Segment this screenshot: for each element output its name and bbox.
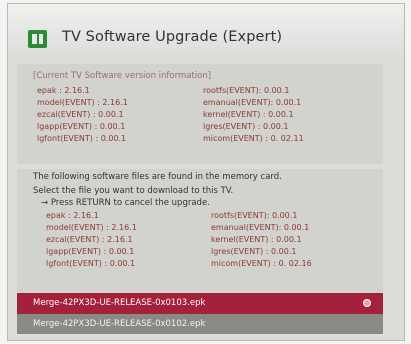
file-option-label: Merge-42PX3D-UE-RELEASE-0x0102.epk <box>33 319 206 329</box>
title-bar: TV Software Upgrade (Expert) <box>8 4 404 60</box>
current-right-item: kernel(EVENT) : 0.00.1 <box>203 110 294 119</box>
found-right-item: micom(EVENT) : 0. 02.16 <box>211 259 312 268</box>
found-right-item: emanual(EVENT): 0.00.1 <box>211 223 310 232</box>
file-option[interactable]: Merge-42PX3D-UE-RELEASE-0x0102.epk <box>17 314 383 334</box>
found-left-item: epak : 2.16.1 <box>46 211 99 220</box>
dialog-title: TV Software Upgrade (Expert) <box>62 29 283 45</box>
current-version-header: [Current TV Software version information… <box>33 71 212 81</box>
file-option-label: Merge-42PX3D-UE-RELEASE-0x0103.epk <box>33 298 206 308</box>
current-left-item: epak : 2.16.1 <box>37 86 90 95</box>
found-message: The following software files are found i… <box>33 172 282 182</box>
file-option-selected[interactable]: Merge-42PX3D-UE-RELEASE-0x0103.epk <box>17 293 383 314</box>
current-left-item: model(EVENT) : 2.16.1 <box>37 98 128 107</box>
return-hint: → Press RETURN to cancel the upgrade. <box>41 198 210 208</box>
current-right-item: emanual(EVENT): 0.00.1 <box>203 98 302 107</box>
found-left-item: lgfont(EVENT) : 0.00.1 <box>46 259 136 268</box>
found-right-item: kernel(EVENT) : 0.00.1 <box>211 235 302 244</box>
tv-app-icon <box>28 30 47 48</box>
current-right-item: rootfs(EVENT): 0.00.1 <box>203 86 290 95</box>
current-left-item: lgapp(EVENT) : 0.00.1 <box>37 122 126 131</box>
found-left-item: ezcal(EVENT) : 2.16.1 <box>46 235 133 244</box>
current-left-item: lgfont(EVENT) : 0.00.1 <box>37 134 127 143</box>
found-right-item: lgres(EVENT) : 0.00.1 <box>211 247 297 256</box>
select-instruction: Select the file you want to download to … <box>33 186 234 196</box>
selected-radio-icon <box>363 299 371 307</box>
current-left-item: ezcal(EVENT) : 0.00.1 <box>37 110 124 119</box>
found-left-item: lgapp(EVENT) : 0.00.1 <box>46 247 135 256</box>
current-right-item: micom(EVENT) : 0. 02.11 <box>203 134 304 143</box>
current-right-item: lgres(EVENT) : 0.00.1 <box>203 122 289 131</box>
found-left-item: model(EVENT) : 2.16.1 <box>46 223 137 232</box>
found-right-item: rootfs(EVENT): 0.00.1 <box>211 211 298 220</box>
